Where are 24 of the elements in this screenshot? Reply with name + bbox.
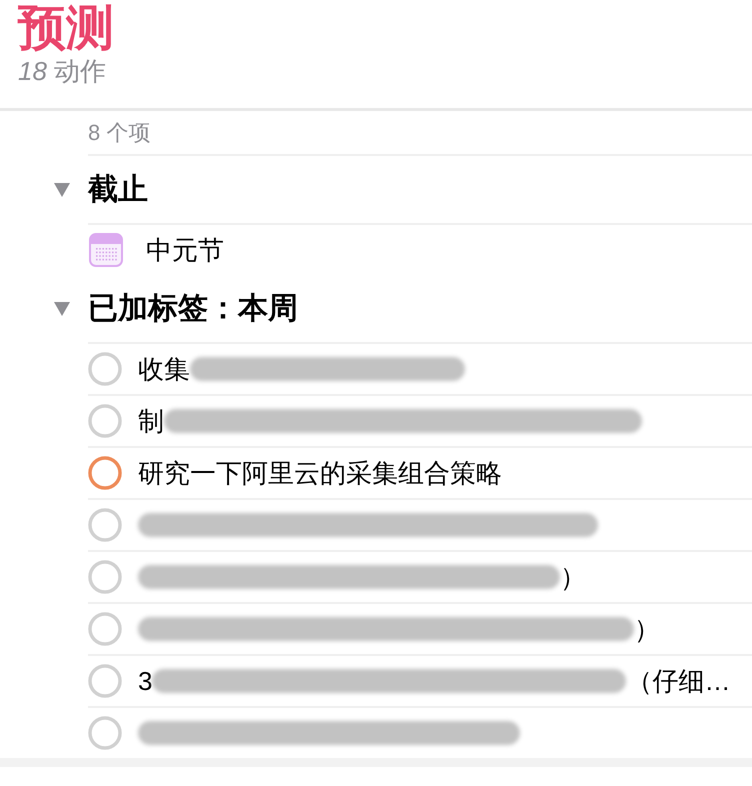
task-title: ） (634, 613, 660, 645)
checkbox-circle-icon[interactable] (88, 664, 122, 698)
task-title: （仔细… (626, 665, 730, 697)
checkbox-circle-icon[interactable] (88, 404, 122, 438)
checkbox-circle-icon[interactable] (88, 560, 122, 594)
checkbox-circle-icon[interactable] (88, 352, 122, 386)
task-title: 3 (138, 665, 152, 697)
event-title: 中元节 (146, 234, 224, 266)
task-title: 收集 (138, 353, 190, 385)
page-title: 预测 (18, 2, 114, 56)
action-count: 18 动作 (18, 56, 106, 86)
task-title: 研究一下阿里云的采集组合策略 (138, 457, 502, 489)
disclosure-triangle-icon[interactable] (54, 182, 70, 196)
section-title: 截止 (88, 172, 148, 208)
checkbox-circle-icon[interactable] (88, 456, 122, 490)
checkbox-circle-icon[interactable] (88, 612, 122, 646)
checkbox-circle-icon[interactable] (88, 508, 122, 542)
calendar-icon (89, 233, 123, 267)
disclosure-triangle-icon[interactable] (54, 302, 70, 316)
task-title: 制 (138, 405, 164, 437)
task-title: ） (560, 561, 586, 593)
item-count: 8 个项 (88, 118, 150, 146)
checkbox-circle-icon[interactable] (88, 716, 122, 750)
section-title: 已加标签：本周 (88, 290, 298, 326)
